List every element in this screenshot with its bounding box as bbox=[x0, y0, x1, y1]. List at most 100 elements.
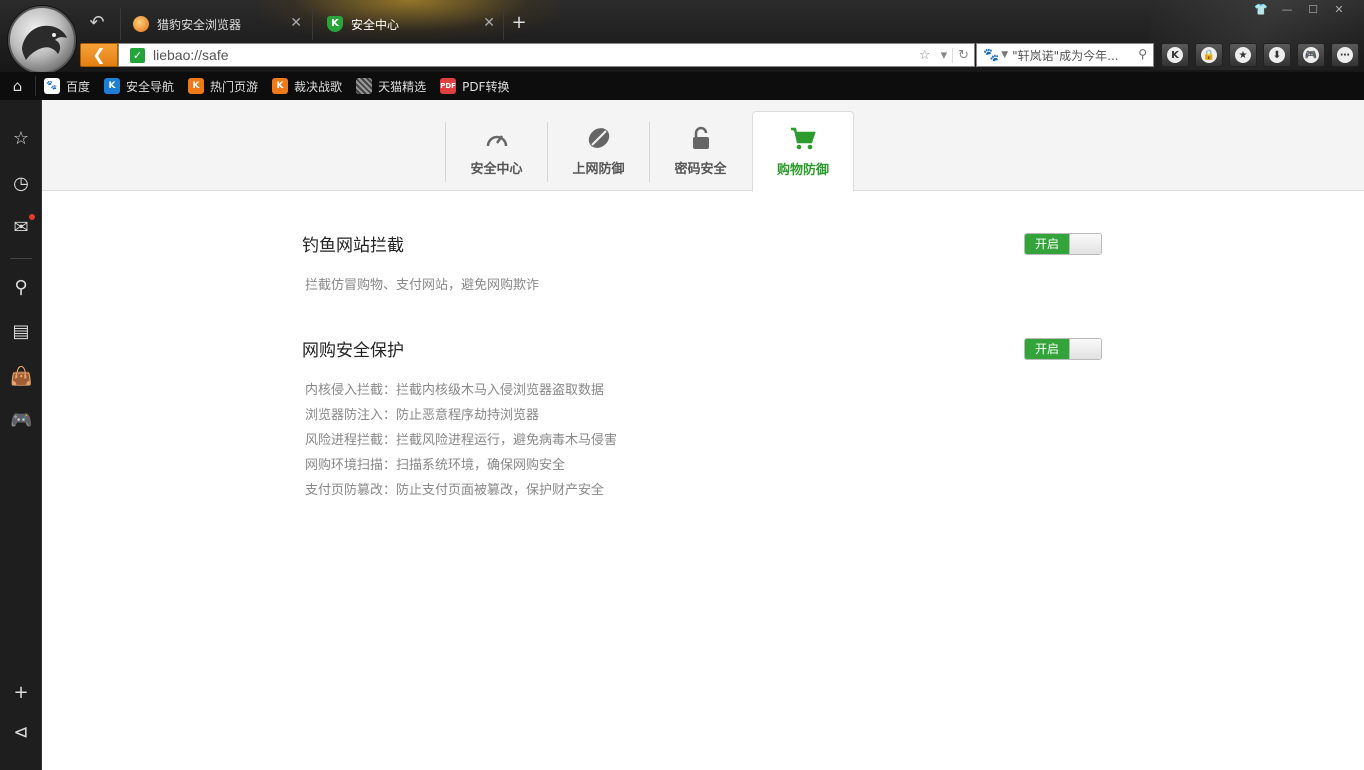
tab-password-security[interactable]: 密码安全 bbox=[649, 122, 751, 182]
notification-dot bbox=[29, 214, 35, 220]
shield-leaf-icon bbox=[548, 122, 649, 150]
minimize-icon[interactable]: — bbox=[1276, 3, 1298, 16]
download-button[interactable]: ⬇ bbox=[1263, 43, 1291, 67]
more-button[interactable]: ⋯ bbox=[1331, 43, 1359, 67]
sidebar-divider bbox=[10, 258, 32, 259]
protection-item: 支付页防篡改：防止支付页面被篡改，保护财产安全 bbox=[305, 483, 605, 498]
tab-label: 密码安全 bbox=[674, 162, 727, 177]
bookmark-safe-nav[interactable]: K 安全导航 bbox=[104, 78, 174, 95]
search-icon[interactable]: ⚲ bbox=[10, 277, 32, 299]
url-text[interactable]: liebao://safe bbox=[153, 47, 229, 63]
bookmark-game-song[interactable]: K 裁决战歌 bbox=[272, 78, 342, 95]
history-clock-icon[interactable]: ◷ bbox=[10, 173, 32, 195]
bookmark-label: 天猫精选 bbox=[378, 79, 427, 94]
search-bar[interactable]: 🐾 ▼ "轩岚诺"成为今年... ⚲ bbox=[976, 43, 1154, 67]
address-bar[interactable]: ✓ liebao://safe ☆ ▾ ↻ bbox=[118, 43, 975, 67]
tab-security-center[interactable]: 安全中心 bbox=[445, 122, 547, 182]
liebao-logo-icon[interactable] bbox=[8, 6, 76, 74]
baidu-paw-icon[interactable]: 🐾 bbox=[983, 48, 999, 63]
shopping-cart-icon bbox=[753, 112, 853, 151]
shopping-bag-icon[interactable]: 👜 bbox=[10, 366, 32, 388]
new-tab-button[interactable]: + bbox=[509, 12, 529, 33]
gamepad-icon: 🎮 bbox=[1303, 47, 1319, 63]
k-shield-icon: K bbox=[104, 78, 121, 94]
check-icon: ✓ bbox=[130, 47, 145, 63]
bookmark-label: PDF转换 bbox=[462, 79, 510, 94]
tab-close-icon[interactable]: ✕ bbox=[290, 15, 302, 31]
search-icon[interactable]: ⚲ bbox=[1138, 47, 1147, 61]
search-query[interactable]: "轩岚诺"成为今年... bbox=[1012, 47, 1140, 64]
protection-list: 内核侵入拦截：拦截内核级木马入侵浏览器盗取数据 浏览器防注入：防止恶意程序劫持浏… bbox=[302, 378, 1102, 503]
k-icon: K bbox=[1167, 47, 1183, 63]
bookmark-pdf[interactable]: PDF PDF转换 bbox=[440, 78, 509, 95]
dropdown-arrow-icon[interactable]: ▾ bbox=[936, 48, 953, 63]
tab-title: 猎豹安全浏览器 bbox=[157, 17, 242, 32]
tab-label: 上网防御 bbox=[572, 162, 625, 177]
add-favorite-icon[interactable]: ☆ bbox=[914, 48, 936, 63]
section-title: 钓鱼网站拦截 bbox=[302, 236, 404, 256]
tab-label: 安全中心 bbox=[470, 162, 523, 177]
security-tabs: 安全中心 上网防御 密码安全 购物防御 bbox=[42, 100, 1364, 192]
undo-close-tab-icon[interactable]: ↶ bbox=[84, 10, 110, 36]
toggle-on-label: 开启 bbox=[1025, 339, 1069, 359]
k-orange-icon: K bbox=[272, 78, 289, 94]
back-button[interactable]: ❮ bbox=[80, 43, 118, 67]
phishing-block-toggle[interactable]: 开启 bbox=[1024, 233, 1102, 255]
favorites-star-icon[interactable]: ☆ bbox=[10, 128, 32, 150]
address-actions: ☆ ▾ ↻ bbox=[914, 44, 974, 66]
baidu-paw-icon: 🐾 bbox=[44, 78, 60, 94]
bookmark-baidu[interactable]: 🐾 百度 bbox=[44, 78, 90, 95]
refresh-icon[interactable]: ↻ bbox=[952, 47, 974, 63]
k-orange-icon: K bbox=[188, 78, 205, 94]
security-center-page: 安全中心 上网防御 密码安全 购物防御 钓鱼网站拦截 开启 拦截仿冒购物、支付网… bbox=[42, 100, 1364, 770]
bookmark-label: 裁决战歌 bbox=[294, 79, 343, 94]
tab-web-defense[interactable]: 上网防御 bbox=[547, 122, 649, 182]
tab-shopping-defense[interactable]: 购物防御 bbox=[752, 111, 854, 192]
speedometer-icon bbox=[446, 122, 547, 150]
home-icon[interactable]: ⌂ bbox=[0, 76, 36, 96]
section-description: 拦截仿冒购物、支付网站，避免网购欺诈 bbox=[305, 278, 540, 293]
phishing-block-section: 钓鱼网站拦截 开启 拦截仿冒购物、支付网站，避免网购欺诈 bbox=[302, 231, 1102, 298]
toggle-knob bbox=[1069, 234, 1101, 254]
engine-dropdown-icon[interactable]: ▼ bbox=[1001, 50, 1008, 60]
toggle-on-label: 开启 bbox=[1025, 234, 1069, 254]
star-icon: ★ bbox=[1235, 47, 1251, 63]
padlock-icon bbox=[650, 122, 751, 150]
lock-icon: 🔒 bbox=[1201, 47, 1217, 63]
collapse-icon[interactable]: ⊲ bbox=[10, 722, 32, 744]
skin-icon[interactable]: 👕 bbox=[1250, 3, 1272, 16]
liebao-icon bbox=[133, 16, 149, 32]
game-icon[interactable]: 🎮 bbox=[10, 410, 32, 432]
bookmark-label: 百度 bbox=[66, 79, 91, 94]
tab-title: 安全中心 bbox=[351, 17, 400, 32]
protection-item: 网购环境扫描：扫描系统环境，确保网购安全 bbox=[305, 458, 566, 473]
add-icon[interactable]: + bbox=[10, 682, 32, 704]
shopping-protection-toggle[interactable]: 开启 bbox=[1024, 338, 1102, 360]
protection-item: 风险进程拦截：拦截风险进程运行，避免病毒木马侵害 bbox=[305, 433, 618, 448]
maximize-icon[interactable]: ☐ bbox=[1302, 3, 1324, 16]
tab-label: 购物防御 bbox=[776, 163, 829, 178]
bookmark-label: 安全导航 bbox=[126, 79, 175, 94]
left-sidebar: ☆ ◷ ✉ ⚲ ▤ 👜 🎮 + ⊲ bbox=[0, 100, 42, 770]
tab-security-center[interactable]: K 安全中心 ✕ bbox=[312, 8, 504, 40]
tmall-icon bbox=[356, 78, 373, 94]
favorites-button[interactable]: ★ bbox=[1229, 43, 1257, 67]
inbox-icon[interactable]: ✉ bbox=[10, 214, 35, 239]
close-icon[interactable]: ✕ bbox=[1328, 3, 1350, 16]
shopping-protection-section: 网购安全保护 开启 内核侵入拦截：拦截内核级木马入侵浏览器盗取数据 浏览器防注入… bbox=[302, 336, 1102, 503]
section-title: 网购安全保护 bbox=[302, 341, 404, 361]
k-button[interactable]: K bbox=[1161, 43, 1189, 67]
more-icon: ⋯ bbox=[1337, 47, 1353, 63]
tab-close-icon[interactable]: ✕ bbox=[483, 15, 495, 31]
kingsoft-shield-icon: K bbox=[327, 16, 343, 32]
bookmark-tmall[interactable]: 天猫精选 bbox=[356, 78, 426, 95]
tab-liebao[interactable]: 猎豹安全浏览器 ✕ bbox=[120, 8, 310, 40]
lock-button[interactable]: 🔒 bbox=[1195, 43, 1223, 67]
download-icon: ⬇ bbox=[1269, 47, 1285, 63]
toggle-knob bbox=[1069, 339, 1101, 359]
bookmarks-bar: ⌂ 🐾 百度 K 安全导航 K 热门页游 K 裁决战歌 天猫精选 PDF PDF… bbox=[0, 72, 1364, 100]
pdf-icon: PDF bbox=[440, 78, 457, 94]
game-button[interactable]: 🎮 bbox=[1297, 43, 1325, 67]
bookmark-hot-games[interactable]: K 热门页游 bbox=[188, 78, 258, 95]
news-icon[interactable]: ▤ bbox=[10, 321, 32, 343]
